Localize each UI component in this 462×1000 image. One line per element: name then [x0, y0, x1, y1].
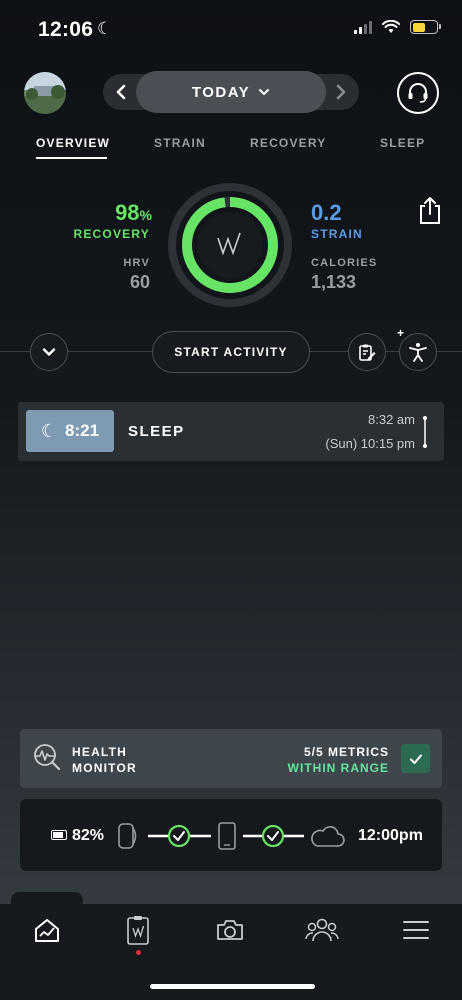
nav-camera[interactable] — [210, 910, 250, 950]
strain-label: STRAIN — [311, 227, 363, 241]
strain-score[interactable]: 0.2 — [311, 200, 342, 226]
sleep-end-time: 8:32 am — [368, 412, 415, 427]
cloud-icon — [311, 826, 345, 847]
journal-button[interactable] — [348, 333, 386, 371]
journal-icon — [127, 916, 149, 945]
plus-icon: + — [397, 326, 405, 340]
health-monitor-title: HEALTH — [72, 745, 127, 759]
signal-icon — [354, 20, 372, 34]
avatar[interactable] — [24, 72, 66, 114]
sync-status-graphic — [118, 822, 345, 850]
sleep-duration: 8:21 — [65, 421, 100, 440]
sleep-start-time: (Sun) 10:15 pm — [325, 436, 415, 451]
day-label: TODAY — [191, 83, 251, 101]
nav-home[interactable] — [27, 910, 67, 950]
sleep-duration-badge: ☾ 8:21 — [26, 410, 114, 452]
moon-icon: ☾ — [97, 19, 113, 38]
chevron-down-icon — [259, 89, 270, 96]
tab-recovery[interactable]: RECOVERY — [250, 136, 327, 150]
nav-journal[interactable] — [118, 910, 158, 950]
sleep-timeline — [423, 416, 427, 448]
add-activity-button[interactable] — [399, 333, 437, 371]
person-activity-icon — [409, 343, 427, 362]
strap-battery-value: 82% — [72, 827, 105, 844]
chevron-down-icon — [42, 348, 56, 356]
home-icon — [35, 919, 59, 942]
notification-dot — [136, 950, 141, 955]
recovery-value: 98 — [115, 200, 140, 225]
calories-value: 1,133 — [311, 272, 357, 292]
home-indicator — [150, 984, 315, 989]
strap-icon — [118, 823, 137, 849]
status-time: 12:06 — [38, 18, 94, 41]
headset-icon — [408, 83, 428, 103]
hrv-label: HRV — [123, 257, 150, 269]
last-sync-time: 12:00pm — [358, 827, 423, 844]
health-monitor-icon — [34, 744, 61, 771]
start-activity-button[interactable]: START ACTIVITY — [152, 331, 310, 373]
metrics-status: WITHIN RANGE — [287, 761, 389, 775]
tab-active-indicator — [36, 157, 107, 159]
battery-icon — [410, 20, 441, 34]
status-indicators — [354, 20, 441, 34]
chevron-left-icon — [116, 84, 126, 100]
previous-day-button[interactable] — [110, 80, 134, 104]
calories-label: CALORIES — [311, 257, 378, 269]
clipboard-edit-icon — [359, 344, 376, 361]
tab-overview[interactable]: OVERVIEW — [36, 136, 110, 150]
hrv-value: 60 — [129, 272, 150, 292]
check-circle-icon — [167, 824, 191, 848]
check-circle-icon — [261, 824, 285, 848]
health-monitor-subtitle: MONITOR — [72, 761, 137, 775]
nav-menu[interactable] — [396, 910, 436, 950]
support-button[interactable] — [397, 72, 439, 114]
next-day-button[interactable] — [328, 80, 352, 104]
tab-sleep[interactable]: SLEEP — [380, 136, 425, 150]
share-icon — [420, 197, 440, 224]
recovery-unit: % — [139, 207, 152, 223]
moon-icon: ☾ — [40, 420, 58, 441]
chevron-right-icon — [336, 84, 346, 100]
recovery-label: RECOVERY — [73, 227, 150, 241]
recovery-score[interactable]: 98% — [115, 200, 152, 226]
community-icon — [305, 918, 339, 942]
sleep-title: SLEEP — [128, 423, 185, 440]
share-button[interactable] — [416, 195, 444, 225]
tab-strain[interactable]: STRAIN — [154, 136, 206, 150]
metrics-count: 5/5 METRICS — [303, 745, 389, 759]
day-selector[interactable]: TODAY — [136, 71, 326, 113]
metrics-check — [401, 744, 430, 773]
menu-icon — [403, 921, 429, 939]
camera-icon — [217, 920, 243, 940]
wifi-icon — [382, 20, 400, 33]
nav-community[interactable] — [302, 910, 342, 950]
strap-battery-icon — [51, 830, 67, 840]
expand-button[interactable] — [30, 333, 68, 371]
recovery-ring[interactable] — [168, 183, 292, 307]
checkmark-icon — [409, 754, 422, 764]
